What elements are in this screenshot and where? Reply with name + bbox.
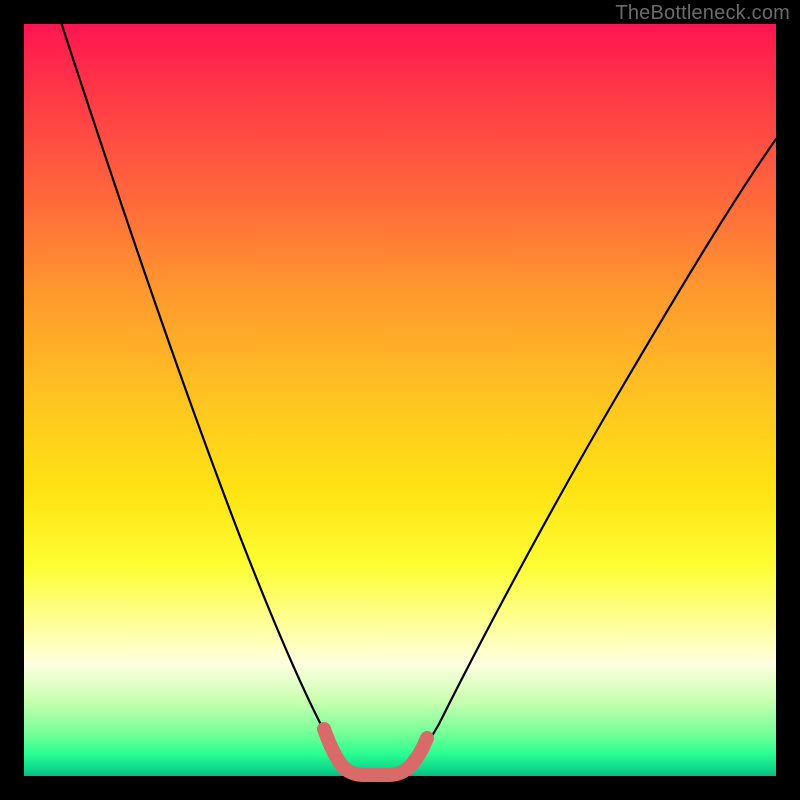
bottleneck-curve-path xyxy=(62,24,776,774)
flat-region-marker xyxy=(324,729,427,775)
chart-frame: TheBottleneck.com xyxy=(0,0,800,800)
plot-area xyxy=(24,24,776,776)
watermark-text: TheBottleneck.com xyxy=(615,2,790,25)
curve-svg xyxy=(24,24,776,776)
